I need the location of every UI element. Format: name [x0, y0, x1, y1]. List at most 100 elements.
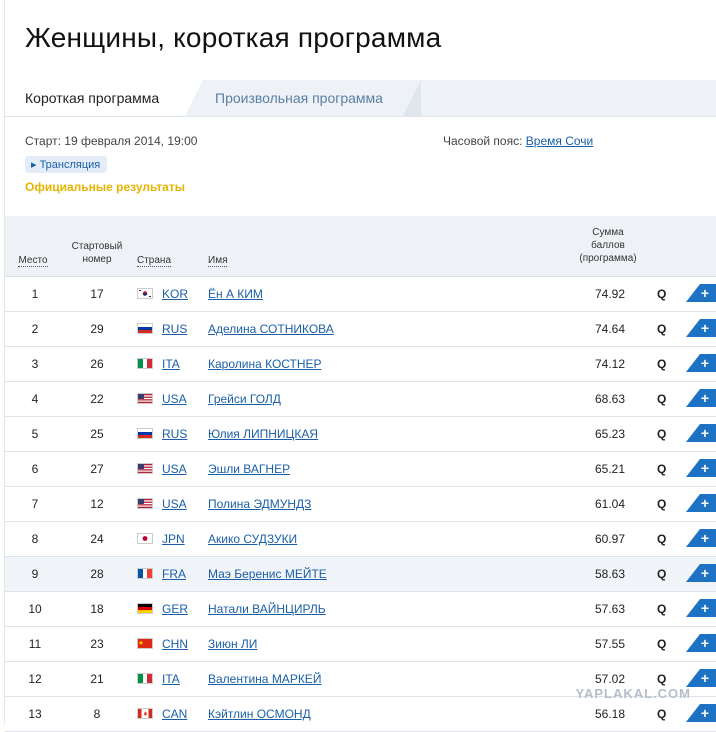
flag-icon	[137, 393, 153, 404]
athlete-name-link[interactable]: Полина ЭДМУНДЗ	[208, 497, 311, 511]
timezone-link[interactable]: Время Сочи	[526, 134, 593, 148]
country-link[interactable]: CHN	[162, 637, 188, 651]
flag-icon	[137, 463, 153, 474]
score-cell: 74.64	[594, 322, 625, 336]
country-link[interactable]: USA	[162, 392, 187, 406]
start-number-cell: 29	[90, 322, 104, 336]
country-link[interactable]: KOR	[162, 287, 188, 301]
athlete-name-link[interactable]: Зиюн ЛИ	[208, 637, 257, 651]
athlete-name-link[interactable]: Кэйтлин ОСМОНД	[208, 707, 311, 721]
table-row: 1 17 KOR Ён А КИМ 74.92 Q +	[5, 277, 716, 312]
country-link[interactable]: CAN	[162, 707, 187, 721]
expand-button[interactable]: +	[686, 319, 716, 337]
expand-button[interactable]: +	[686, 634, 716, 652]
qualified-badge: Q	[657, 322, 667, 336]
table-row: 4 22 USA Грейси ГОЛД 68.63 Q +	[5, 382, 716, 417]
expand-button[interactable]: +	[686, 704, 716, 722]
score-cell: 57.55	[594, 637, 625, 651]
country-link[interactable]: ITA	[162, 357, 180, 371]
flag-icon	[137, 708, 153, 719]
table-row: 8 24 JPN Акико СУДЗУКИ 60.97 Q +	[5, 522, 716, 557]
flag-icon	[137, 323, 153, 334]
qualified-badge: Q	[657, 602, 667, 616]
expand-button[interactable]: +	[686, 424, 716, 442]
expand-button[interactable]: +	[686, 354, 716, 372]
flag-icon	[137, 428, 153, 439]
expand-button[interactable]: +	[686, 599, 716, 617]
country-link[interactable]: RUS	[162, 427, 187, 441]
qualified-badge: Q	[657, 567, 667, 581]
start-number-cell: 18	[90, 602, 104, 616]
country-link[interactable]: FRA	[162, 567, 186, 581]
athlete-name-link[interactable]: Юлия ЛИПНИЦКАЯ	[208, 427, 318, 441]
tab-divider	[403, 80, 421, 116]
athlete-name-link[interactable]: Акико СУДЗУКИ	[208, 532, 297, 546]
watermark: YAPLAKAL.COM	[575, 686, 691, 701]
table-row: 3 26 ITA Каролина КОСТНЕР 74.12 Q +	[5, 347, 716, 382]
expand-button[interactable]: +	[686, 529, 716, 547]
place-cell: 9	[31, 567, 39, 581]
header-name[interactable]: Имя	[208, 254, 228, 267]
qualified-badge: Q	[657, 497, 667, 511]
start-number-cell: 17	[90, 287, 104, 301]
athlete-name-link[interactable]: Маэ Беренис МЕЙТЕ	[208, 567, 327, 581]
athlete-name-link[interactable]: Эшли ВАГНЕР	[208, 462, 290, 476]
start-number-cell: 27	[90, 462, 104, 476]
flag-icon	[137, 533, 153, 544]
timezone: Часовой пояс: Время Сочи	[443, 134, 593, 148]
country-link[interactable]: ITA	[162, 672, 180, 686]
expand-button[interactable]: +	[686, 494, 716, 512]
start-number-cell: 12	[90, 497, 104, 511]
athlete-name-link[interactable]: Каролина КОСТНЕР	[208, 357, 322, 371]
country-link[interactable]: USA	[162, 497, 187, 511]
start-number-cell: 21	[90, 672, 104, 686]
table-row: 7 12 USA Полина ЭДМУНДЗ 61.04 Q +	[5, 487, 716, 522]
country-link[interactable]: RUS	[162, 322, 187, 336]
flag-icon	[137, 288, 153, 299]
broadcast-button[interactable]: ▸ Трансляция	[25, 156, 108, 173]
place-cell: 7	[31, 497, 39, 511]
score-cell: 60.97	[594, 532, 625, 546]
score-cell: 74.12	[594, 357, 625, 371]
athlete-name-link[interactable]: Аделина СОТНИКОВА	[208, 322, 334, 336]
header-country[interactable]: Страна	[137, 254, 172, 267]
start-time: Старт: 19 февраля 2014, 19:00	[25, 134, 198, 148]
start-number-cell: 23	[90, 637, 104, 651]
athlete-name-link[interactable]: Ён А КИМ	[208, 287, 263, 301]
expand-button[interactable]: +	[686, 459, 716, 477]
flag-icon	[137, 568, 153, 579]
athlete-name-link[interactable]: Грейси ГОЛД	[208, 392, 281, 406]
place-cell: 3	[31, 357, 39, 371]
country-link[interactable]: USA	[162, 462, 187, 476]
flag-icon	[137, 638, 153, 649]
expand-button[interactable]: +	[686, 389, 716, 407]
flag-icon	[137, 358, 153, 369]
header-start-number: Стартовый номер	[71, 241, 123, 265]
qualified-badge: Q	[657, 532, 667, 546]
table-header: Место Стартовый номер Страна Имя Сумма б…	[5, 216, 716, 277]
expand-button[interactable]: +	[686, 564, 716, 582]
athlete-name-link[interactable]: Натали ВАЙНЦИРЛЬ	[208, 602, 326, 616]
tab-free-program[interactable]: Произвольная программа	[215, 90, 383, 106]
qualified-badge: Q	[657, 637, 667, 651]
tab-short-program[interactable]: Короткая программа	[5, 80, 203, 116]
expand-button[interactable]: +	[686, 669, 716, 687]
header-score: Сумма баллов (программа)	[579, 227, 637, 264]
expand-button[interactable]: +	[686, 284, 716, 302]
country-link[interactable]: JPN	[162, 532, 185, 546]
start-number-cell: 28	[90, 567, 104, 581]
table-row: 10 18 GER Натали ВАЙНЦИРЛЬ 57.63 Q +	[5, 592, 716, 627]
country-link[interactable]: GER	[162, 602, 188, 616]
qualified-badge: Q	[657, 287, 667, 301]
score-cell: 57.02	[594, 672, 625, 686]
place-cell: 4	[31, 392, 39, 406]
athlete-name-link[interactable]: Валентина МАРКЕЙ	[208, 672, 321, 686]
qualified-badge: Q	[657, 462, 667, 476]
qualified-badge: Q	[657, 707, 667, 721]
score-cell: 65.21	[594, 462, 625, 476]
official-results-label: Официальные результаты	[25, 180, 185, 194]
timezone-label: Часовой пояс:	[443, 134, 523, 148]
start-number-cell: 24	[90, 532, 104, 546]
start-number-cell: 26	[90, 357, 104, 371]
header-place[interactable]: Место	[15, 254, 51, 267]
